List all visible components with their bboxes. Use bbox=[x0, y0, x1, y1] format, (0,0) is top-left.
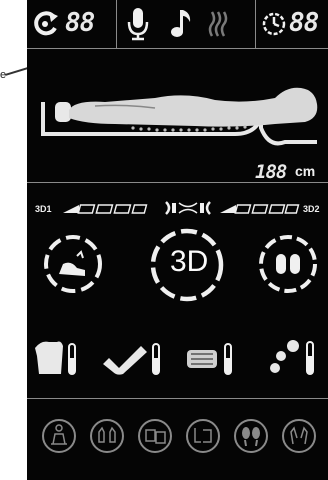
sitting-icon[interactable] bbox=[41, 418, 77, 454]
divider-top bbox=[27, 48, 328, 49]
shoulder-icon[interactable] bbox=[31, 338, 77, 378]
back-program-icon[interactable] bbox=[137, 418, 173, 454]
reclined-body-icon bbox=[41, 87, 318, 146]
intensity-bar-left-icon[interactable] bbox=[63, 203, 149, 215]
foot-program-icon[interactable] bbox=[233, 418, 269, 454]
top-divider-2 bbox=[255, 0, 256, 48]
timer-display: 88 bbox=[65, 8, 95, 38]
intensity-left-label: 3D1 bbox=[35, 204, 52, 214]
calf-mode-icon[interactable] bbox=[256, 232, 320, 296]
leg-icon[interactable] bbox=[99, 338, 165, 378]
feet-icon[interactable] bbox=[265, 336, 321, 378]
music-note-icon[interactable] bbox=[170, 8, 192, 40]
height-unit: cm bbox=[295, 163, 316, 179]
3d-mode-label: 3D bbox=[170, 245, 209, 278]
divider-bottom bbox=[27, 398, 328, 399]
waist-icon[interactable] bbox=[183, 338, 239, 378]
intensity-right-label: 3D2 bbox=[303, 204, 320, 214]
spine-dots-icon bbox=[131, 125, 247, 132]
height-display: 188 bbox=[255, 161, 287, 183]
timer-clock-icon[interactable] bbox=[261, 10, 287, 38]
heat-icon[interactable] bbox=[207, 10, 229, 38]
hand-knead-icon[interactable] bbox=[281, 418, 317, 454]
arm-program-icon[interactable] bbox=[185, 418, 221, 454]
intensity-center-icon[interactable] bbox=[164, 200, 212, 216]
clock-display: 88 bbox=[289, 8, 319, 38]
divider-middle bbox=[27, 182, 328, 183]
auto-cycle-icon[interactable] bbox=[31, 10, 61, 38]
hands-icon[interactable] bbox=[89, 418, 125, 454]
intensity-bar-right-icon[interactable] bbox=[220, 203, 300, 215]
top-divider-1 bbox=[116, 0, 117, 48]
foot-roller-mode-icon[interactable] bbox=[41, 232, 105, 296]
microphone-icon[interactable] bbox=[127, 6, 149, 42]
control-panel: 88 88 188 cm 3D1 3D2 3D bbox=[27, 0, 328, 480]
